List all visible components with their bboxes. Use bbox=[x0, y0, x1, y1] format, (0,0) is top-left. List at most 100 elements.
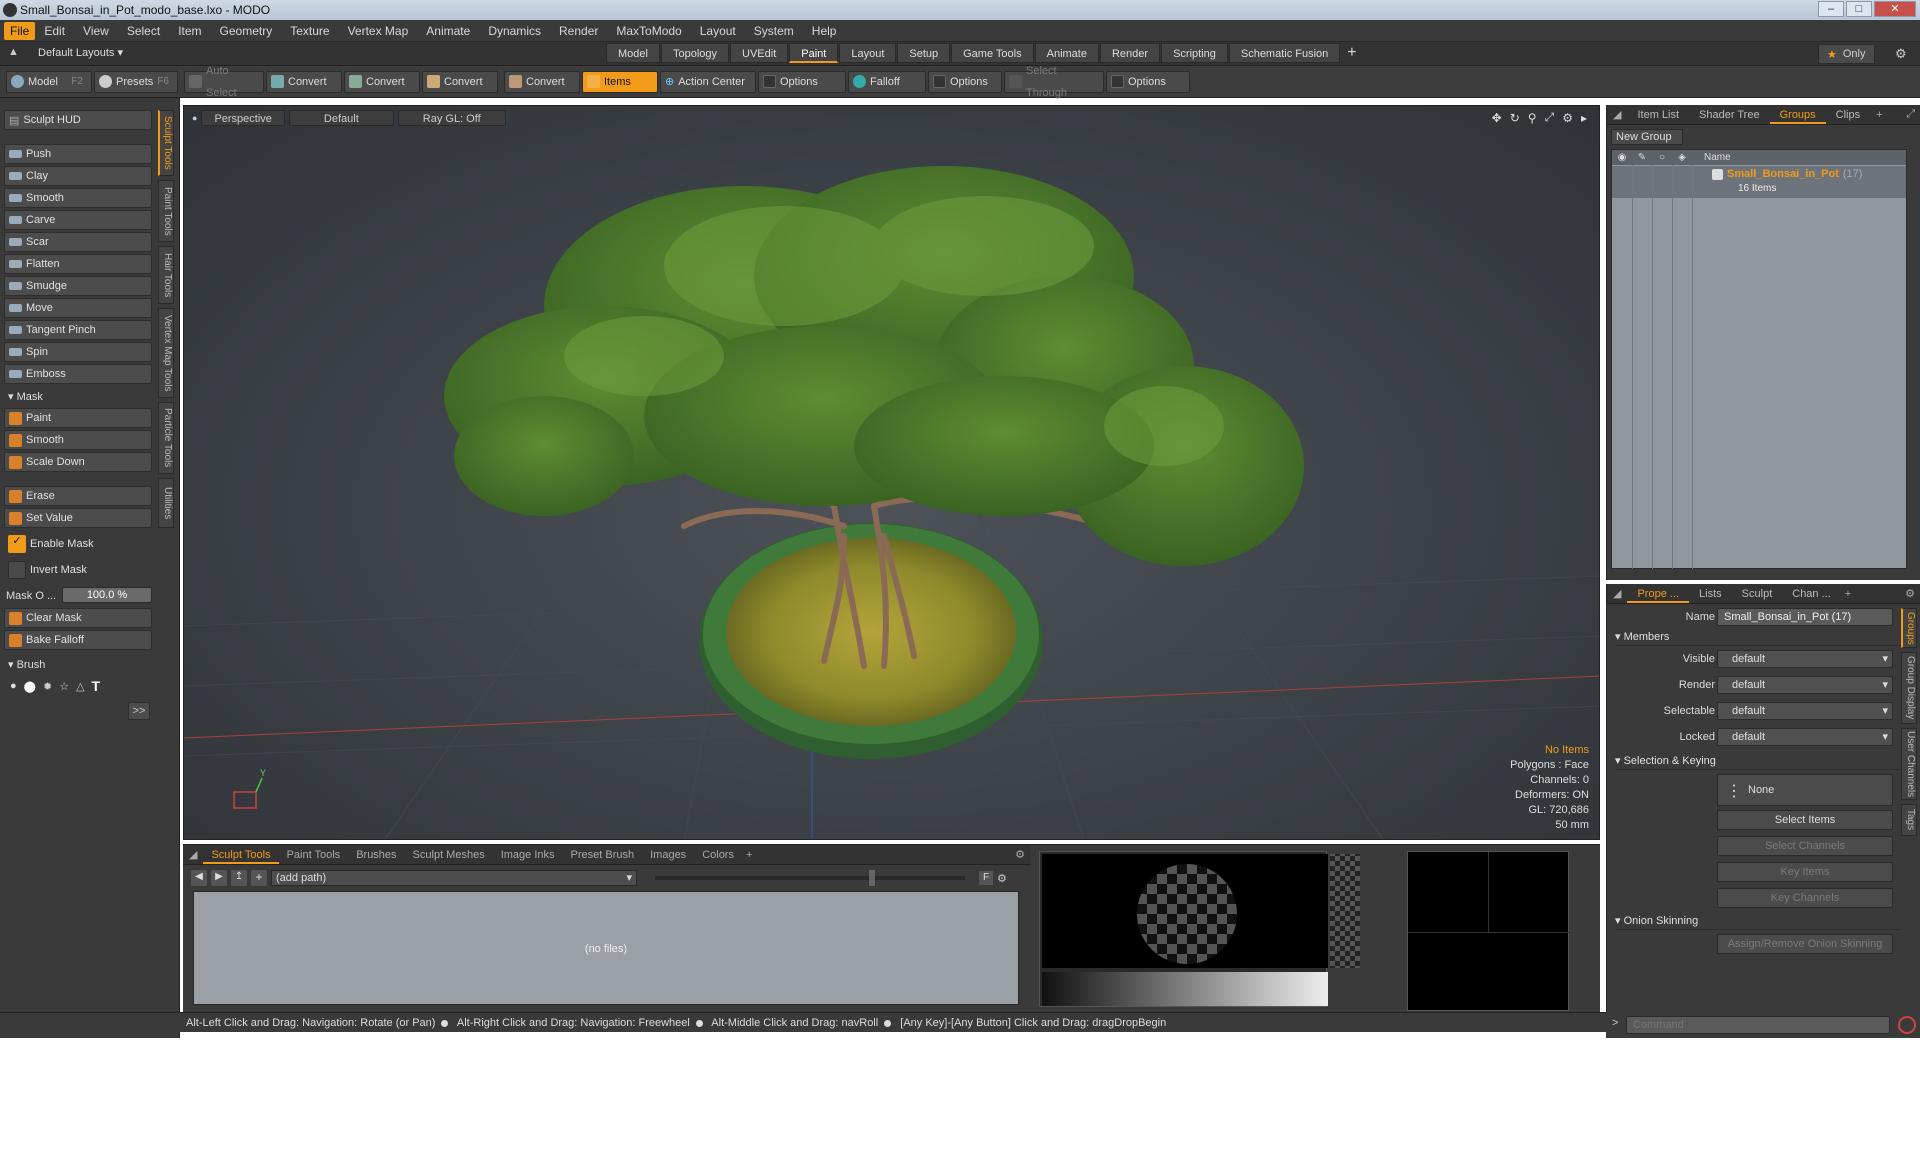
side-tab-tags[interactable]: Tags bbox=[1901, 804, 1917, 836]
mask-smooth-button[interactable]: Smooth bbox=[4, 430, 152, 450]
tab-brushes[interactable]: Brushes bbox=[348, 846, 404, 864]
3d-viewport[interactable]: ● Perspective Default Ray GL: Off ✥ ↻ ⚲ … bbox=[183, 105, 1600, 840]
mask-opacity-field[interactable]: 100.0 % bbox=[62, 587, 152, 603]
tab-colors[interactable]: Colors bbox=[694, 846, 742, 864]
tool-spin[interactable]: Spin bbox=[4, 342, 152, 362]
only-button[interactable]: ★ Only bbox=[1818, 44, 1875, 64]
menu-edit[interactable]: Edit bbox=[35, 20, 74, 42]
select-items-button[interactable]: Select Items bbox=[1717, 810, 1893, 830]
slider-handle[interactable] bbox=[869, 870, 875, 886]
gear-icon[interactable]: ⚙ bbox=[1895, 46, 1907, 62]
path-select[interactable]: (add path) ▾ bbox=[271, 870, 637, 886]
assign-onion-skinning-button[interactable]: Assign/Remove Onion Skinning bbox=[1717, 934, 1893, 954]
action-center-options-button[interactable]: Options bbox=[758, 70, 846, 93]
tool-smooth[interactable]: Smooth bbox=[4, 188, 152, 208]
tab-schematic-fusion[interactable]: Schematic Fusion bbox=[1228, 43, 1341, 63]
tab-sculpt[interactable]: Sculpt bbox=[1732, 585, 1783, 603]
tab-image-inks[interactable]: Image Inks bbox=[493, 846, 563, 864]
render-icon[interactable]: ✎ bbox=[1632, 152, 1652, 163]
vtab-vertex-map-tools[interactable]: Vertex Map Tools bbox=[158, 308, 174, 398]
add-tab-icon[interactable]: + bbox=[1347, 44, 1356, 62]
tool-push[interactable]: Push bbox=[4, 144, 152, 164]
menu-item[interactable]: Item bbox=[169, 20, 210, 42]
select-icon[interactable]: ◈ bbox=[1672, 152, 1692, 163]
enable-mask-toggle[interactable]: ✓ Enable Mask bbox=[4, 534, 152, 554]
selection-keying-section[interactable]: ▾ Selection & Keying bbox=[1615, 754, 1901, 770]
model-button[interactable]: Model F2 bbox=[6, 70, 92, 93]
action-center-button[interactable]: ⊕ Action Center bbox=[660, 70, 756, 93]
key-channels-button[interactable]: Key Channels bbox=[1717, 888, 1893, 908]
layout-home-icon[interactable]: ▲ bbox=[8, 46, 19, 58]
tab-render[interactable]: Render bbox=[1099, 43, 1161, 63]
tool-emboss[interactable]: Emboss bbox=[4, 364, 152, 384]
key-items-button[interactable]: Key Items bbox=[1717, 862, 1893, 882]
menu-animate[interactable]: Animate bbox=[417, 20, 479, 42]
side-tab-user-channels[interactable]: User Channels bbox=[1901, 728, 1917, 800]
menu-vertex-map[interactable]: Vertex Map bbox=[339, 20, 418, 42]
back-arrow-icon[interactable]: ◀ bbox=[191, 870, 207, 886]
locked-select[interactable]: default ▾ bbox=[1717, 728, 1893, 746]
select-through-options-button[interactable]: Options bbox=[1106, 70, 1190, 93]
record-icon[interactable] bbox=[1898, 1016, 1916, 1034]
menu-system[interactable]: System bbox=[745, 20, 803, 42]
falloff-options-button[interactable]: Options bbox=[928, 70, 1002, 93]
gear-icon[interactable]: ⚙ bbox=[1015, 848, 1031, 861]
tab-shader-tree[interactable]: Shader Tree bbox=[1689, 106, 1770, 124]
menu-help[interactable]: Help bbox=[803, 20, 846, 42]
side-tab-group-display[interactable]: Group Display bbox=[1901, 652, 1917, 724]
more-button[interactable]: >> bbox=[128, 702, 150, 720]
vtab-sculpt-tools[interactable]: Sculpt Tools bbox=[158, 110, 174, 176]
group-row[interactable]: Small_Bonsai_in_Pot (17) 16 Items bbox=[1612, 166, 1906, 198]
bake-falloff-button[interactable]: Bake Falloff bbox=[4, 630, 152, 650]
filter-button[interactable]: F bbox=[979, 871, 993, 885]
tab-channels[interactable]: Chan ... bbox=[1782, 585, 1841, 603]
color-preview[interactable] bbox=[1407, 851, 1570, 1011]
up-folder-icon[interactable]: ↥ bbox=[231, 870, 247, 886]
maximize-button[interactable]: □ bbox=[1846, 1, 1872, 17]
tool-flatten[interactable]: Flatten bbox=[4, 254, 152, 274]
none-button[interactable]: ⋮ None bbox=[1717, 774, 1893, 806]
vtab-utilities[interactable]: Utilities bbox=[158, 478, 174, 528]
close-button[interactable]: ✕ bbox=[1874, 1, 1916, 17]
command-input[interactable] bbox=[1626, 1016, 1890, 1034]
tab-setup[interactable]: Setup bbox=[897, 43, 951, 63]
falloff-button[interactable]: Falloff bbox=[848, 70, 926, 93]
members-section[interactable]: ▾ Members bbox=[1615, 630, 1901, 646]
vtab-hair-tools[interactable]: Hair Tools bbox=[158, 246, 174, 304]
mask-paint-button[interactable]: Paint bbox=[4, 408, 152, 428]
menu-maxtomodo[interactable]: MaxToModo bbox=[607, 20, 690, 42]
menu-view[interactable]: View bbox=[74, 20, 118, 42]
menu-render[interactable]: Render bbox=[550, 20, 607, 42]
menu-select[interactable]: Select bbox=[118, 20, 169, 42]
convert-vertices-button[interactable]: Convert bbox=[266, 70, 342, 93]
select-channels-button[interactable]: Select Channels bbox=[1717, 836, 1893, 856]
tab-scripting[interactable]: Scripting bbox=[1161, 43, 1228, 63]
add-tab-icon[interactable]: + bbox=[1845, 588, 1851, 600]
tool-smudge[interactable]: Smudge bbox=[4, 276, 152, 296]
add-tab-icon[interactable]: + bbox=[746, 849, 752, 861]
hard-brush-icon[interactable]: ⬤ bbox=[24, 680, 36, 693]
auto-select-button[interactable]: Auto Select bbox=[184, 65, 264, 99]
panel-menu-icon[interactable]: ◢ bbox=[183, 848, 203, 861]
items-mode-button[interactable]: Items bbox=[582, 70, 658, 93]
layouts-dropdown[interactable]: Default Layouts ▾ bbox=[38, 46, 123, 60]
expand-panel-icon[interactable]: ⤢ bbox=[1906, 108, 1920, 121]
clear-mask-button[interactable]: Clear Mask bbox=[4, 608, 152, 628]
tab-game-tools[interactable]: Game Tools bbox=[951, 43, 1034, 63]
brush-section-header[interactable]: ▾ Brush bbox=[4, 658, 152, 674]
menu-layout[interactable]: Layout bbox=[691, 20, 745, 42]
star-brush-icon[interactable]: ☆ bbox=[59, 680, 69, 693]
tab-images[interactable]: Images bbox=[642, 846, 694, 864]
menu-geometry[interactable]: Geometry bbox=[211, 20, 282, 42]
erase-button[interactable]: Erase bbox=[4, 486, 152, 506]
menu-texture[interactable]: Texture bbox=[281, 20, 338, 42]
convert-edges-button[interactable]: Convert bbox=[344, 70, 420, 93]
add-path-icon[interactable]: + bbox=[251, 870, 267, 886]
tab-sculpt-tools[interactable]: Sculpt Tools bbox=[203, 846, 279, 864]
splat-brush-icon[interactable]: ✹ bbox=[43, 680, 52, 693]
menu-file[interactable]: File bbox=[4, 21, 36, 40]
convert-items-button[interactable]: Convert bbox=[504, 70, 580, 93]
presets-button[interactable]: Presets F6 bbox=[94, 70, 178, 93]
tool-carve[interactable]: Carve bbox=[4, 210, 152, 230]
vtab-paint-tools[interactable]: Paint Tools bbox=[158, 180, 174, 242]
